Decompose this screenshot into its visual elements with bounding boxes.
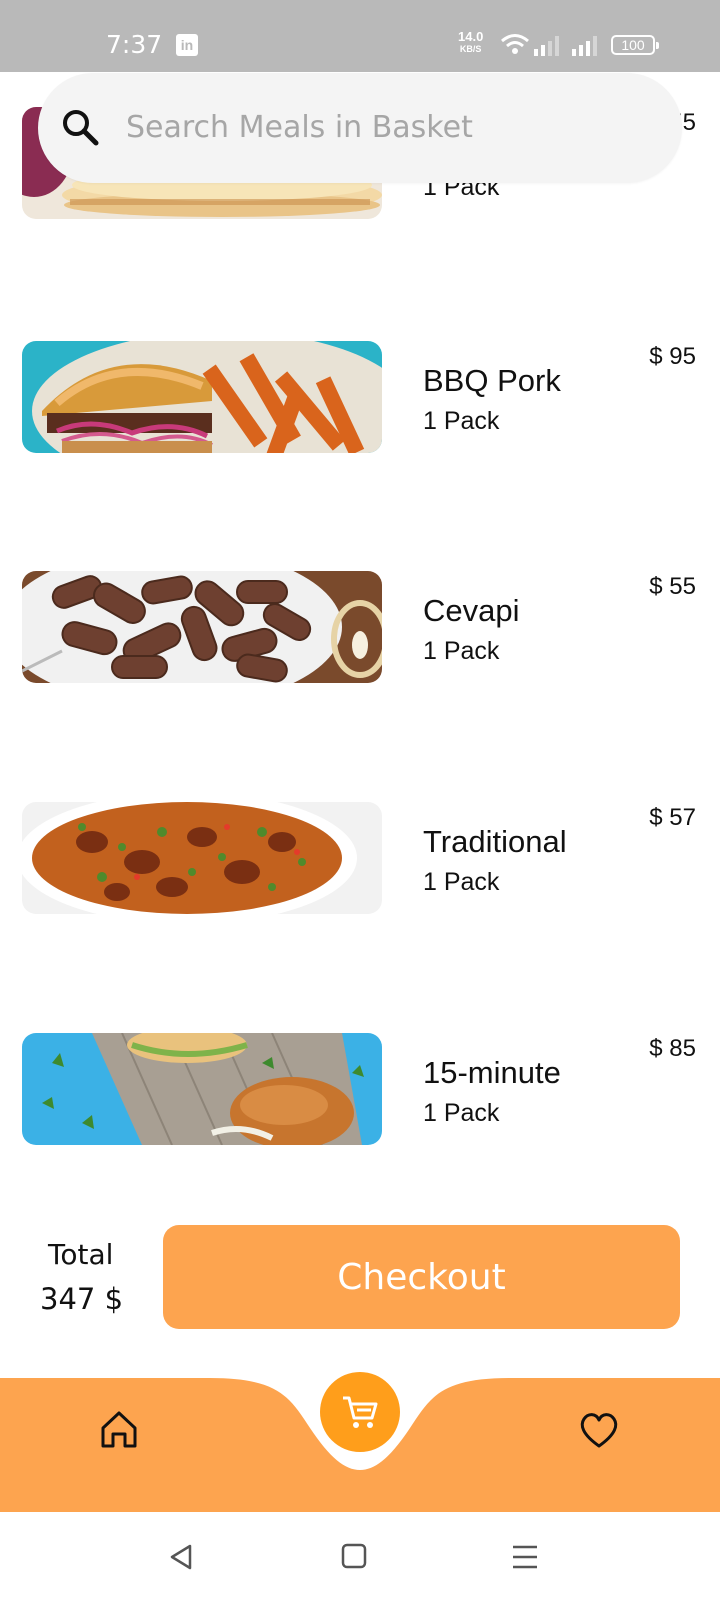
list-item[interactable]: BBQ Pork 1 Pack $ 95 xyxy=(0,341,720,453)
network-speed-value: 14.0 xyxy=(458,29,484,44)
item-name: 15-minute xyxy=(423,1055,561,1090)
system-nav-bar xyxy=(0,1512,720,1600)
home-square-icon[interactable] xyxy=(340,1542,368,1570)
search-bar[interactable] xyxy=(38,73,682,183)
burger-board-photo xyxy=(22,1033,382,1145)
status-bar: 7:37 in 14.0 KB/S 100 xyxy=(0,0,720,72)
menu-icon[interactable] xyxy=(510,1542,540,1572)
item-pack: 1 Pack xyxy=(423,637,500,665)
cart-button[interactable] xyxy=(320,1372,400,1452)
total-label: Total xyxy=(48,1238,114,1271)
home-icon[interactable] xyxy=(98,1408,140,1450)
item-price: $ 57 xyxy=(649,804,696,831)
back-icon[interactable] xyxy=(166,1542,196,1572)
item-name: Traditional xyxy=(423,824,567,859)
bbq-pork-photo xyxy=(22,341,382,453)
item-price: $ 85 xyxy=(649,1035,696,1062)
signal-icon xyxy=(572,36,597,56)
checkout-button[interactable]: Checkout xyxy=(163,1225,680,1329)
signal-icon xyxy=(534,36,559,56)
search-input[interactable] xyxy=(126,105,646,149)
item-name: BBQ Pork xyxy=(423,363,561,398)
search-icon xyxy=(63,110,99,146)
cevapi-photo xyxy=(22,571,382,683)
list-item[interactable]: Cevapi 1 Pack $ 55 xyxy=(0,571,720,683)
network-speed-unit: KB/S xyxy=(459,44,482,54)
wifi-icon xyxy=(501,34,529,54)
total-value: 347 $ xyxy=(40,1282,124,1316)
item-pack: 1 Pack xyxy=(423,407,500,435)
stew-photo xyxy=(22,802,382,914)
bottom-nav xyxy=(0,1372,720,1512)
item-price: $ 55 xyxy=(649,573,696,600)
list-item[interactable]: Traditional 1 Pack $ 57 xyxy=(0,802,720,914)
linkedin-icon: in xyxy=(176,34,198,56)
network-speed: 14.0 KB/S xyxy=(458,29,484,55)
item-pack: 1 Pack xyxy=(423,868,500,896)
basket-list[interactable]: 1 Pack $ 55 B xyxy=(0,72,720,1172)
item-price: $ 95 xyxy=(649,343,696,370)
item-pack: 1 Pack xyxy=(423,1099,500,1127)
battery-icon: 100 xyxy=(611,35,659,55)
list-item[interactable]: 15-minute 1 Pack $ 85 xyxy=(0,1033,720,1145)
cart-icon xyxy=(343,1396,378,1428)
heart-icon[interactable] xyxy=(578,1410,620,1450)
item-name: Cevapi xyxy=(423,593,520,628)
status-time: 7:37 xyxy=(106,30,163,59)
